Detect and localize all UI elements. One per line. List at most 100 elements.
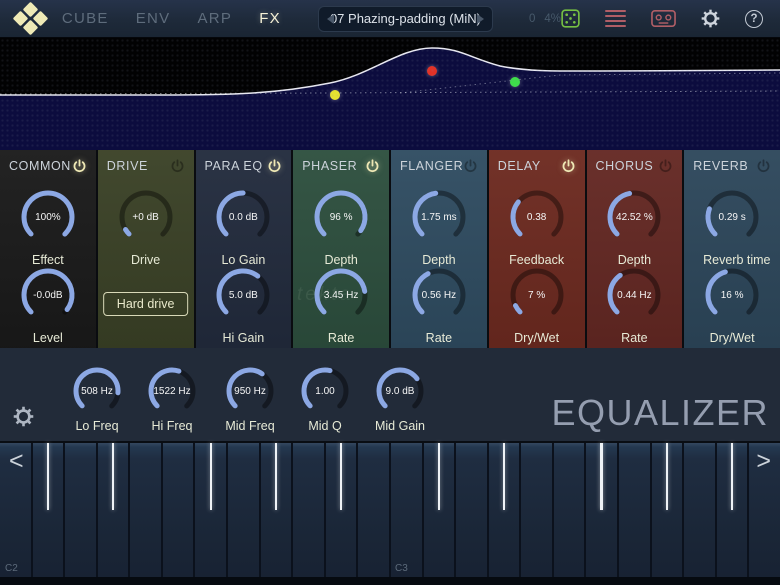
panel-para-eq: PARA EQ 0.0 dB Lo Gain 5.0 dB Hi Gain [196,150,294,348]
knob-flanger-rate[interactable]: 0.56 Hz Rate [410,266,468,345]
piano-key-19[interactable] [619,443,652,577]
panel-common: COMMON 100% Effect -0.0dB Level [0,150,98,348]
knob-label: Rate [312,331,370,345]
power-button[interactable] [170,159,185,174]
help-icon[interactable]: ? [745,10,763,28]
knob-value: 0.38 [508,188,566,246]
equalizer-settings-gear-icon[interactable] [13,406,34,432]
knob-drive[interactable]: +0 dB Drive [117,188,175,267]
high-band-handle[interactable] [510,77,520,87]
keyboard-scroll-right[interactable]: > [756,449,771,474]
tab-env[interactable]: ENV [136,10,171,27]
knob-feedback[interactable]: 0.38 Feedback [508,188,566,267]
black-key-marker [666,443,669,510]
knob-value: 100% [19,188,77,246]
power-button[interactable] [658,159,673,174]
knob-label: Mid Gain [362,419,438,433]
piano-key-12[interactable] [391,443,424,577]
black-key-marker [275,443,278,510]
response-curve [0,38,780,150]
piano-key-6[interactable] [195,443,228,577]
app-logo-icon[interactable] [10,3,47,35]
knob-level[interactable]: -0.0dB Level [19,266,77,345]
knob-value: 42.52 % [605,188,663,246]
panel-title: DRIVE [107,159,148,173]
knob-mid-freq[interactable]: 950 Hz Mid Freq [212,365,288,433]
piano-key-13[interactable] [424,443,457,577]
power-button[interactable] [365,159,380,174]
mid-band-handle[interactable] [427,66,437,76]
tape-recorder-icon[interactable] [651,9,676,28]
knob-label: Depth [410,253,468,267]
knob-value: -0.0dB [19,266,77,324]
knob-mid-gain[interactable]: 9.0 dB Mid Gain [362,365,438,433]
equalizer-section: 508 Hz Lo Freq 1522 Hz Hi Freq 950 Hz Mi… [0,348,780,443]
power-button[interactable] [561,159,576,174]
knob-value: 1522 Hz [146,365,198,417]
power-button[interactable] [463,159,478,174]
piano-key-11[interactable] [358,443,391,577]
piano-key-3[interactable] [98,443,131,577]
black-key-marker [210,443,213,510]
piano-key-14[interactable] [456,443,489,577]
panel-title: DELAY [498,159,541,173]
knob-lo-freq[interactable]: 508 Hz Lo Freq [59,365,135,433]
black-key-marker [340,443,343,510]
black-key-marker [600,443,603,510]
tab-arp[interactable]: ARP [197,10,232,27]
tab-fx[interactable]: FX [259,10,281,27]
knob-hi-gain[interactable]: 5.0 dB Hi Gain [214,266,272,345]
piano-key-18[interactable] [586,443,619,577]
dice-icon[interactable] [561,9,580,28]
knob-chorus-depth[interactable]: 42.52 % Depth [605,188,663,267]
piano-key-5[interactable] [163,443,196,577]
knob-phaser-depth[interactable]: 96 % Depth [312,188,370,267]
tab-cube[interactable]: CUBE [62,10,109,27]
piano-key-10[interactable] [326,443,359,577]
knob-reverb-time[interactable]: 0.29 s Reverb time [703,188,761,267]
piano-key-2[interactable] [65,443,98,577]
knob-effect[interactable]: 100% Effect [19,188,77,267]
preset-name[interactable]: 07 Phazing-padding (MiN) [330,11,481,26]
power-button[interactable] [267,159,282,174]
menu-lines-icon[interactable] [605,10,626,27]
knob-hi-freq[interactable]: 1522 Hz Hi Freq [134,365,210,433]
knob-label: Lo Gain [214,253,272,267]
knob-flanger-depth[interactable]: 1.75 ms Depth [410,188,468,267]
piano-key-17[interactable] [554,443,587,577]
knob-label: Hi Gain [214,331,272,345]
knob-delay-drywet[interactable]: 7 % Dry/Wet [508,266,566,345]
knob-chorus-rate[interactable]: 0.44 Hz Rate [605,266,663,345]
piano-key-1[interactable] [33,443,66,577]
knob-value: 1.75 ms [410,188,468,246]
piano-key-16[interactable] [521,443,554,577]
piano-key-4[interactable] [130,443,163,577]
preset-next-icon[interactable] [477,14,484,24]
piano-key-21[interactable] [684,443,717,577]
power-button[interactable] [756,159,771,174]
preset-selector[interactable]: 07 Phazing-padding (MiN) [318,6,493,32]
piano-key-15[interactable] [489,443,522,577]
panel-title: PARA EQ [205,159,263,173]
piano-key-20[interactable] [652,443,685,577]
gear-icon[interactable] [701,9,720,28]
knob-label: Hi Freq [134,419,210,433]
knob-lo-gain[interactable]: 0.0 dB Lo Gain [214,188,272,267]
hard-drive-button[interactable]: Hard drive [103,292,189,316]
knob-phaser-rate[interactable]: 3.45 Hz Rate [312,266,370,345]
keyboard-scroll-left[interactable]: < [9,449,24,474]
black-key-marker [47,443,50,510]
panel-chorus: CHORUS 42.52 % Depth 0.44 Hz Rate [587,150,685,348]
knob-label: Depth [312,253,370,267]
piano-key-22[interactable] [717,443,750,577]
low-band-handle[interactable] [330,90,340,100]
knob-mid-q[interactable]: 1.00 Mid Q [287,365,363,433]
power-button[interactable] [72,159,87,174]
piano-key-7[interactable] [228,443,261,577]
piano-key-9[interactable] [293,443,326,577]
black-key-marker [112,443,115,510]
piano-key-8[interactable] [261,443,294,577]
preset-prev-icon[interactable] [327,14,334,24]
fx-curve-display[interactable] [0,38,780,150]
knob-reverb-drywet[interactable]: 16 % Dry/Wet [703,266,761,345]
